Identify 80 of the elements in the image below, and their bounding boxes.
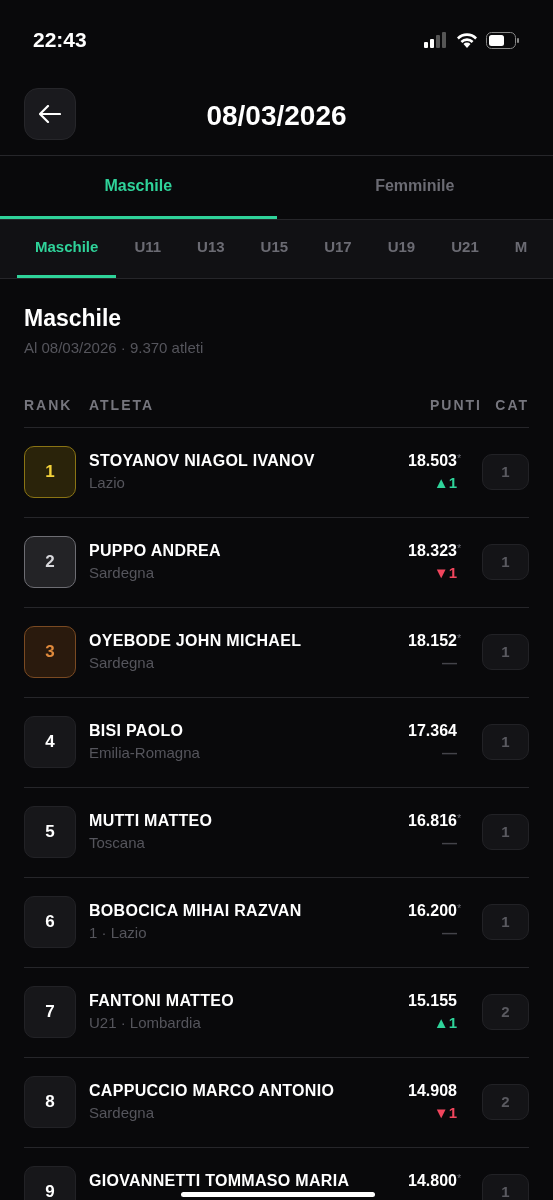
category-tab[interactable]: U11 [116,220,180,278]
points-value: 18.323 [408,541,457,561]
points-value: 14.800 [408,1171,457,1191]
rank-change: — [442,743,457,763]
battery-icon [486,31,520,49]
category-badge: 2 [482,1084,529,1120]
rank-badge: 8 [24,1076,76,1128]
category-badge: 1 [482,1174,529,1200]
athlete-name: OYEBODE JOHN MICHAEL [89,631,303,651]
column-header: CAT [494,395,529,415]
athlete-region: Sardegna [89,563,156,583]
athlete-name: PUPPO ANDREA [89,541,222,561]
athlete-name: BISI PAOLO [89,721,185,741]
rank-change: ▼1 [433,563,457,583]
athlete-region: Lazio [89,473,126,493]
rank-badge: 4 [24,716,76,768]
athlete-name: MUTTI MATTEO [89,811,214,831]
points-value: 16.200 [408,901,457,921]
points-value: 16.816 [408,811,457,831]
points-value: 17.364 [408,721,457,741]
gender-tab[interactable]: Femminile [276,156,553,219]
category-tab[interactable]: U15 [242,220,307,278]
category-badge: 1 [482,904,529,940]
athlete-name: FANTONI MATTEO [89,991,235,1011]
athlete-region: Toscana [89,833,146,853]
asterisk-mark: * [457,451,463,464]
rank-badge: 9 [24,1166,76,1200]
rank-badge: 2 [24,536,76,588]
column-header: ATLETA [89,395,156,415]
asterisk-mark: * [457,541,463,554]
column-header: RANK [24,395,74,415]
athlete-region: U21 · Lombardia [89,1013,202,1033]
athlete-name: STOYANOV NIAGOL IVANOV [89,451,316,471]
rank-change: — [442,653,457,673]
category-badge: 1 [482,454,529,490]
category-badge: 1 [482,814,529,850]
category-tab[interactable]: M [496,220,546,278]
athlete-name: GIOVANNETTI TOMMASO MARIA [89,1171,351,1191]
rank-change: ▲1 [433,1013,457,1033]
asterisk-mark: * [457,811,463,824]
signal-icon [424,32,448,48]
rank-badge: 7 [24,986,76,1038]
rank-change: — [442,923,457,943]
athlete-region: Sardegna [89,653,156,673]
rank-change: ▼1 [433,1103,457,1123]
category-tab[interactable]: U19 [369,220,434,278]
rank-badge: 3 [24,626,76,678]
column-header: PUNTI [430,395,482,415]
category-badge: 1 [482,544,529,580]
asterisk-mark: * [457,901,463,914]
athlete-name: BOBOCICA MIHAI RAZVAN [89,901,303,921]
asterisk-mark: * [457,631,463,644]
points-value: 15.155 [408,991,457,1011]
page-title: 08/03/2026 [206,98,347,133]
rank-change: ▲1 [433,473,457,493]
points-value: 18.503 [408,451,457,471]
category-tab[interactable]: U17 [306,220,370,278]
category-tab[interactable]: U21 [433,220,497,278]
category-badge: 1 [482,634,529,670]
rank-badge: 5 [24,806,76,858]
section-title: Maschile [24,304,123,333]
points-value: 14.908 [408,1081,457,1101]
category-badge: 1 [482,724,529,760]
athlete-region: Emilia-Romagna [89,743,201,763]
back-button[interactable] [24,88,76,140]
athlete-region: Sardegna [89,1103,156,1123]
athlete-region: 1 · Lazio [89,923,148,943]
category-badge: 2 [482,994,529,1030]
category-tab[interactable]: Maschile [17,220,117,278]
back-arrow-icon [39,105,61,123]
rank-change: — [442,833,457,853]
wifi-icon [456,32,478,48]
category-tab[interactable]: U13 [179,220,243,278]
athlete-name: CAPPUCCIO MARCO ANTONIO [89,1081,336,1101]
status-time: 22:43 [33,27,87,54]
section-subtitle: Al 08/03/2026 · 9.370 atleti [24,338,205,358]
rank-badge: 6 [24,896,76,948]
points-value: 18.152 [408,631,457,651]
asterisk-mark: * [457,1171,463,1184]
rank-badge: 1 [24,446,76,498]
